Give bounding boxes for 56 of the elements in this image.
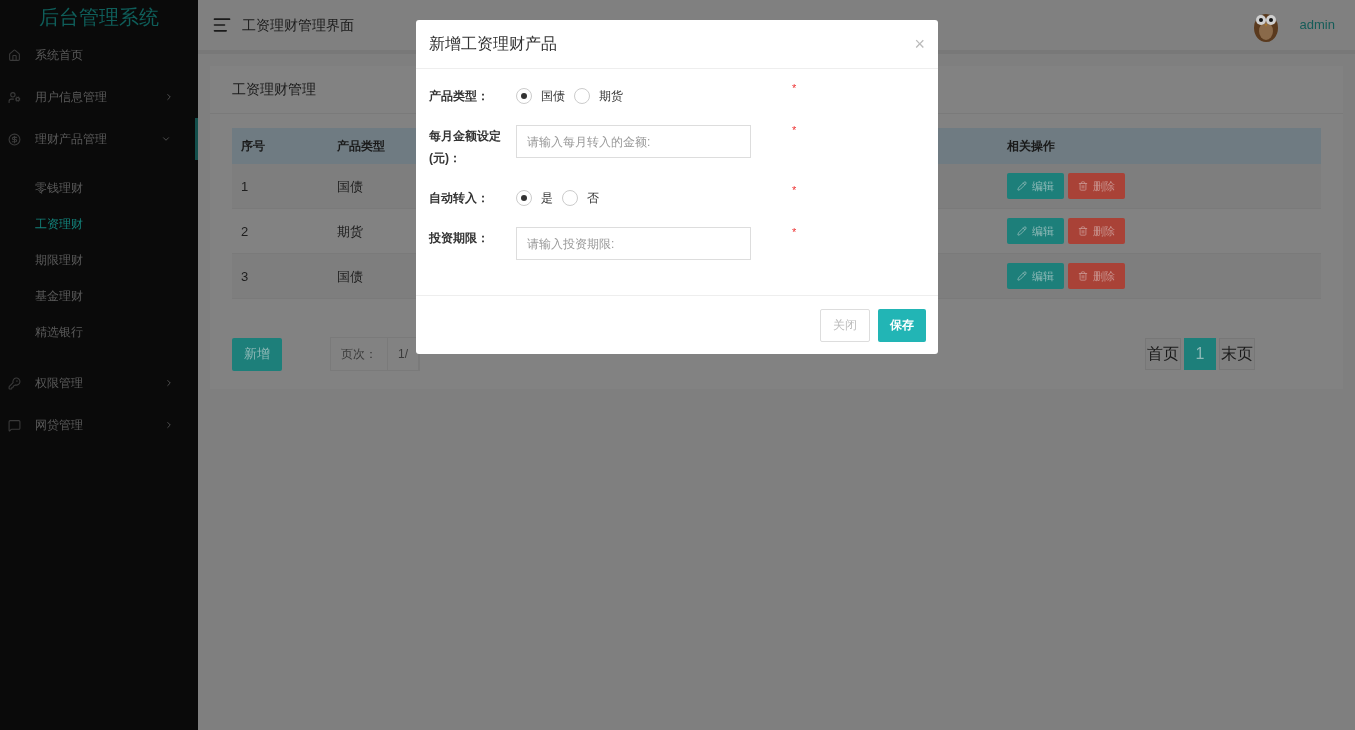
- submenu-item[interactable]: 零钱理财: [0, 170, 198, 206]
- input-field[interactable]: 请输入投资期限:: [516, 227, 751, 260]
- trash-icon: [1078, 181, 1088, 191]
- sidebar-item[interactable]: 理财产品管理: [0, 118, 198, 160]
- trash-icon: [1078, 271, 1088, 281]
- sidebar-item[interactable]: 系统首页: [0, 34, 198, 76]
- table-cell: 国债: [337, 269, 363, 284]
- submenu-item[interactable]: 基金理财: [0, 278, 198, 314]
- column-header: 序号: [232, 128, 328, 164]
- field-label: 产品类型：: [429, 88, 490, 105]
- page-title: 工资理财管理界面: [242, 15, 354, 35]
- input-field[interactable]: 请输入每月转入的金额:: [516, 125, 751, 158]
- radio-option[interactable]: 是: [516, 189, 553, 207]
- pencil-icon: [1017, 226, 1027, 236]
- page-button[interactable]: 首页: [1145, 338, 1181, 370]
- radio-option[interactable]: 国债: [516, 87, 565, 105]
- submenu-item[interactable]: 工资理财: [0, 206, 198, 242]
- sidebar-item[interactable]: 权限管理: [0, 362, 198, 404]
- table-cell: 2: [241, 224, 249, 239]
- trash-icon: [1078, 226, 1088, 236]
- sidebar-item[interactable]: 网贷管理: [0, 404, 198, 446]
- user-name[interactable]: admin: [1299, 15, 1335, 35]
- pager-info: 页次：: [331, 338, 388, 370]
- pencil-icon: [1017, 271, 1027, 281]
- field-label: 投资期限：: [429, 230, 490, 247]
- page-button[interactable]: 1: [1184, 338, 1216, 370]
- field-label: 自动转入：: [429, 190, 490, 207]
- radio-option[interactable]: 否: [562, 189, 599, 207]
- app-title: 后台管理系统: [38, 5, 160, 30]
- required-mark: *: [792, 227, 797, 238]
- required-mark: *: [792, 83, 797, 94]
- submenu-item[interactable]: 期限理财: [0, 242, 198, 278]
- table-cell: 期货: [337, 224, 363, 239]
- radio-option[interactable]: 期货: [574, 87, 623, 105]
- edit-button[interactable]: 编辑: [1007, 263, 1064, 289]
- page-button[interactable]: 末页: [1219, 338, 1255, 370]
- column-header: 相关操作: [998, 128, 1321, 164]
- table-cell: 国债: [337, 179, 363, 194]
- required-mark: *: [792, 185, 797, 196]
- sidebar-item[interactable]: 用户信息管理: [0, 76, 198, 118]
- table-cell: 3: [241, 269, 249, 284]
- field-label: 每月金额设定(元)：: [429, 128, 502, 167]
- pencil-icon: [1017, 181, 1027, 191]
- add-button[interactable]: 新增: [232, 337, 282, 371]
- delete-button[interactable]: 删除: [1068, 218, 1125, 244]
- edit-button[interactable]: 编辑: [1007, 218, 1064, 244]
- delete-button[interactable]: 删除: [1068, 263, 1125, 289]
- submenu-item[interactable]: 精选银行: [0, 314, 198, 350]
- edit-button[interactable]: 编辑: [1007, 173, 1064, 199]
- close-button[interactable]: ×: [914, 35, 925, 53]
- table-cell: 1: [241, 179, 249, 194]
- dialog-title: 新增工资理财产品: [429, 34, 558, 54]
- delete-button[interactable]: 删除: [1068, 173, 1125, 199]
- save-button[interactable]: 保存: [878, 308, 926, 342]
- required-mark: *: [792, 125, 797, 136]
- close-button[interactable]: 关闭: [820, 308, 870, 342]
